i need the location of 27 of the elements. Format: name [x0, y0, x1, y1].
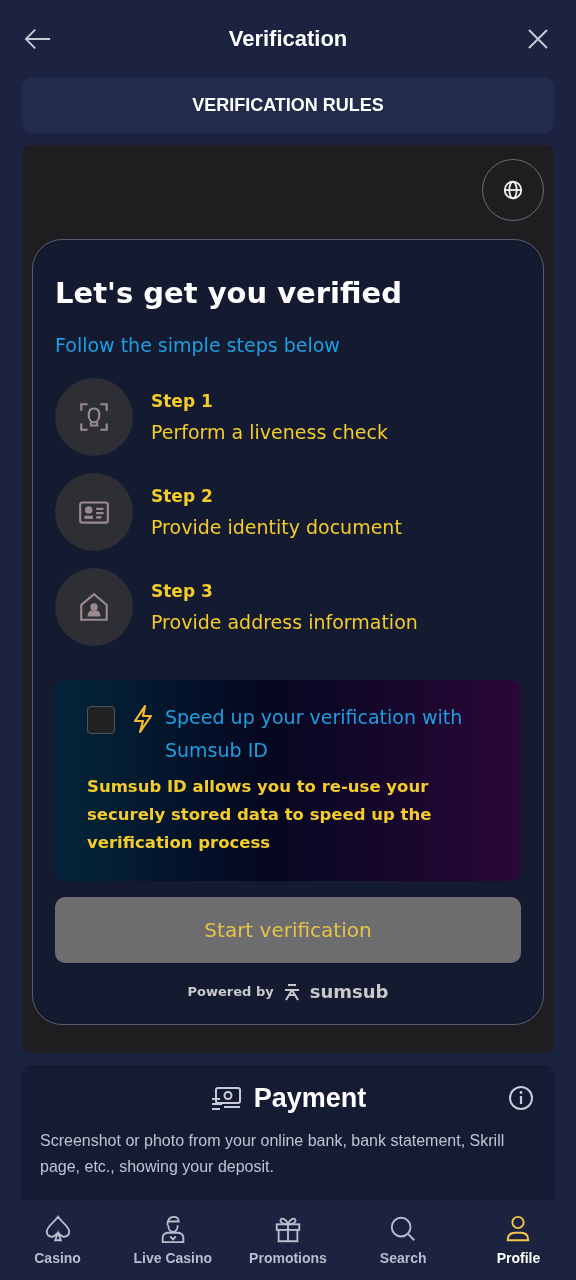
nav-tab[interactable]: Casino — [0, 1200, 116, 1280]
back-arrow-icon[interactable] — [24, 26, 52, 51]
card-subtitle: Follow the simple steps below — [55, 334, 341, 357]
lightning-icon — [131, 704, 155, 735]
globe-icon — [502, 179, 524, 202]
step-label: Step 2 — [151, 486, 214, 507]
sumsub-id-description: Sumsub ID allows you to re-use your securely stored data to speed up the verification process — [87, 776, 433, 855]
card-title: Let's get you verified — [55, 276, 403, 311]
info-icon[interactable] — [508, 1085, 534, 1111]
nav-tab[interactable]: Live Casino — [115, 1200, 231, 1280]
money-icon — [209, 1084, 242, 1113]
sumsub-id-title: Speed up your verification with Sumsub ID — [165, 705, 464, 764]
step-description: Provide address information — [151, 611, 418, 634]
step-label: Step 3 — [151, 581, 214, 602]
step-description: Perform a liveness check — [151, 421, 388, 444]
nav-tab[interactable]: Search — [345, 1200, 461, 1280]
step-description: Provide identity document — [151, 516, 402, 539]
verification-rules-button[interactable]: VERIFICATION RULES — [22, 77, 554, 134]
payment-description: Screenshot or photo from your online bank, bank statement, Skrill page, etc., showing your deposit. — [40, 1131, 506, 1177]
checkbox[interactable] — [87, 706, 115, 735]
payment-title: Payment — [253, 1083, 367, 1114]
brand-name: sumsub — [309, 981, 389, 1003]
powered-by-text: Powered by — [187, 984, 274, 1000]
nav-tab[interactable]: Profile — [460, 1200, 576, 1280]
page-title: Verification — [228, 25, 348, 52]
nav-tab[interactable]: Promotions — [230, 1200, 346, 1280]
step-label: Step 1 — [151, 391, 214, 412]
